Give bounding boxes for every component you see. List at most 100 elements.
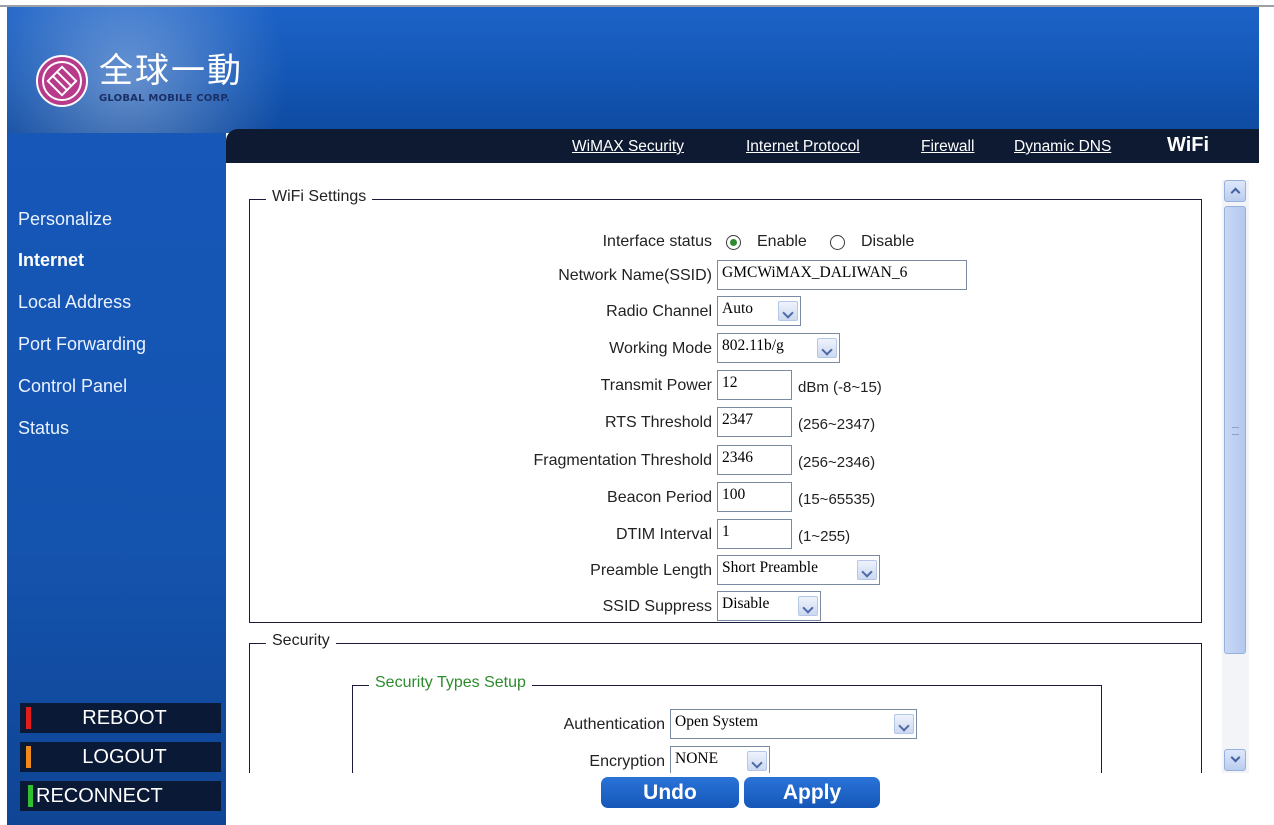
ssid-row: Network Name(SSID) [250,262,712,290]
chevron-down-icon [894,714,914,734]
nav-firewall[interactable]: Firewall [921,138,974,156]
scroll-grip-icon [1232,427,1239,435]
ssid-suppress-row: SSID Suppress [250,593,712,621]
chevron-down-icon [857,560,877,580]
chevron-down-icon [1230,752,1241,763]
ssid-suppress-value: Disable [722,595,770,612]
interface-status-label: Interface status [602,233,712,250]
radio-channel-label: Radio Channel [606,303,712,320]
transmit-power-label: Transmit Power [600,377,712,394]
brand-logo: 全球一動 GLOBAL MOBILE CORP. [35,52,305,112]
scroll-thumb[interactable] [1224,206,1246,654]
sidebar-item-personalize[interactable]: Personalize [18,209,112,230]
reboot-button[interactable]: REBOOT [20,703,221,733]
brand-name-cn: 全球一動 [99,51,243,91]
sidebar-item-control-panel[interactable]: Control Panel [18,376,127,397]
working-mode-row: Working Mode [250,335,712,363]
working-mode-select[interactable]: 802.11b/g [717,333,840,363]
preamble-length-select[interactable]: Short Preamble [717,555,880,585]
rts-threshold-input[interactable]: 2347 [717,407,792,437]
transmit-power-note: dBm (-8~15) [798,379,882,396]
ssid-suppress-label: SSID Suppress [602,598,712,615]
frag-threshold-row: Fragmentation Threshold [250,447,712,475]
working-mode-value: 802.11b/g [722,337,784,354]
reconnect-button[interactable]: RECONNECT [20,781,221,811]
frag-threshold-note: (256~2346) [798,454,876,471]
interface-status-row: Interface status [250,228,712,256]
reboot-label: REBOOT [82,707,167,729]
frag-threshold-label: Fragmentation Threshold [533,452,712,469]
preamble-length-value: Short Preamble [722,559,818,576]
brand-name-en: GLOBAL MOBILE CORP. [99,93,231,104]
nav-wifi-active[interactable]: WiFi [1167,134,1209,157]
sidebar: Personalize Internet Local Address Port … [7,133,226,825]
nav-dynamic-dns[interactable]: Dynamic DNS [1014,138,1111,156]
encryption-value: NONE [675,750,719,767]
dtim-interval-note: (1~255) [798,528,851,545]
scroll-up-button[interactable] [1224,180,1246,202]
router-admin-page: 全球一動 GLOBAL MOBILE CORP. WiMAX Security … [0,0,1274,825]
brand-mark-icon [36,55,88,107]
encryption-select[interactable]: NONE [670,746,770,773]
interface-disable-radio[interactable] [830,235,845,250]
logout-label: LOGOUT [82,746,167,768]
chevron-down-icon [817,338,837,358]
dtim-interval-input[interactable]: 1 [717,519,792,549]
chevron-up-icon [1230,187,1241,198]
wifi-settings-fieldset: WiFi Settings Interface status Enable Di… [249,188,1202,623]
frag-threshold-input[interactable]: 2346 [717,445,792,475]
beacon-period-row: Beacon Period [250,484,712,512]
authentication-select[interactable]: Open System [670,709,917,739]
logout-button[interactable]: LOGOUT [20,742,221,772]
rts-threshold-label: RTS Threshold [604,414,712,431]
ssid-suppress-select[interactable]: Disable [717,591,821,621]
authentication-label: Authentication [563,716,665,733]
reconnect-indicator [28,785,33,807]
interface-disable-label: Disable [861,233,915,250]
sidebar-item-internet[interactable]: Internet [18,250,84,271]
beacon-period-input[interactable]: 100 [717,482,792,512]
interface-enable-label: Enable [757,233,807,250]
rts-threshold-note: (256~2347) [798,416,876,433]
chevron-down-icon [747,751,767,771]
transmit-power-row: Transmit Power [250,372,712,400]
content-panel: WiFi Settings Interface status Enable Di… [226,163,1220,773]
rts-threshold-row: RTS Threshold [250,409,712,437]
nav-wimax-security[interactable]: WiMAX Security [572,138,684,156]
content-scrollbar[interactable] [1222,180,1249,773]
security-legend: Security [266,632,336,650]
scroll-down-button[interactable] [1224,749,1246,771]
apply-button[interactable]: Apply [744,777,880,808]
encryption-row: Encryption [353,748,665,773]
top-nav: WiMAX Security Internet Protocol Firewal… [226,129,1259,163]
working-mode-label: Working Mode [609,340,712,357]
radio-channel-select[interactable]: Auto [717,296,801,326]
radio-channel-row: Radio Channel [250,298,712,326]
interface-enable-radio[interactable] [726,235,741,250]
dtim-interval-label: DTIM Interval [615,526,712,543]
ssid-input[interactable]: GMCWiMAX_DALIWAN_6 [717,260,967,290]
dtim-interval-row: DTIM Interval [250,521,712,549]
sidebar-item-local-address[interactable]: Local Address [18,292,131,313]
authentication-value: Open System [675,713,759,730]
header: 全球一動 GLOBAL MOBILE CORP. [7,7,1259,217]
beacon-period-note: (15~65535) [798,491,876,508]
ssid-label: Network Name(SSID) [558,267,712,284]
radio-channel-value: Auto [722,300,753,317]
nav-internet-protocol[interactable]: Internet Protocol [746,138,860,156]
window-top-border [0,0,1274,7]
transmit-power-input[interactable]: 12 [717,370,792,400]
beacon-period-label: Beacon Period [607,489,712,506]
security-types-fieldset: Security Types Setup Authentication Open… [352,674,1102,773]
undo-button[interactable]: Undo [601,777,739,808]
wifi-settings-legend: WiFi Settings [266,188,373,206]
encryption-label: Encryption [589,753,665,770]
reconnect-label: RECONNECT [36,785,163,807]
chevron-down-icon [798,596,818,616]
chevron-down-icon [778,301,798,321]
security-types-legend: Security Types Setup [369,674,532,692]
sidebar-item-status[interactable]: Status [18,418,69,439]
preamble-length-label: Preamble Length [590,562,712,579]
preamble-length-row: Preamble Length [250,557,712,585]
sidebar-item-port-forwarding[interactable]: Port Forwarding [18,334,146,355]
